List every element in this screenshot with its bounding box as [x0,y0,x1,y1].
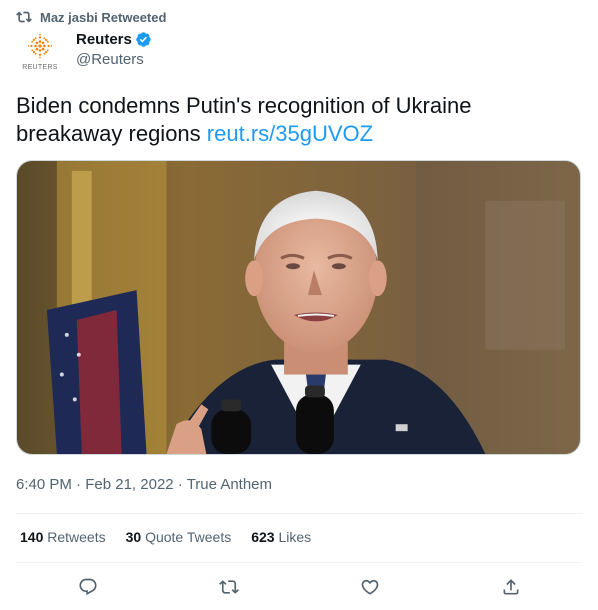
retweets-stat[interactable]: 140 Retweets [20,529,106,545]
quote-tweets-count: 30 [125,529,142,545]
heart-icon [361,579,379,595]
divider [16,562,582,563]
retweet-icon [219,580,239,594]
tweet-link[interactable]: reut.rs/35gUVOZ [207,121,373,146]
likes-label: Likes [278,529,312,545]
tweet-source[interactable]: True Anthem [187,476,272,493]
photo-illustration [17,161,580,454]
retweet-button[interactable] [218,576,240,598]
reuters-logo-icon [27,33,53,59]
tweet-stats: 140 Retweets 30 Quote Tweets 623 Likes [20,529,331,545]
tweet-text: Biden condemns Putin's recognition of Uk… [16,92,582,148]
social-context[interactable]: Maz jasbi Retweeted [16,8,166,26]
likes-count: 623 [251,529,275,545]
avatar-wordmark: REUTERS [22,64,58,71]
reply-icon [79,578,97,596]
quote-tweets-label: Quote Tweets [145,529,232,545]
meta-separator: · [177,476,183,493]
tweet-actions [0,572,598,600]
share-icon [503,579,519,595]
tweet-author[interactable]: REUTERS Reuters @Reuters [16,30,152,78]
retweets-count: 140 [20,529,44,545]
divider [16,513,582,514]
tweet-time[interactable]: 6:40 PM [16,476,72,493]
tweet-date[interactable]: Feb 21, 2022 [85,476,173,493]
tweet-meta: 6:40 PM · Feb 21, 2022 · True Anthem [16,476,272,493]
share-button[interactable] [500,576,522,598]
quote-tweets-stat[interactable]: 30 Quote Tweets [126,529,232,545]
author-handle[interactable]: @Reuters [76,51,152,68]
verified-badge-icon [136,32,151,47]
meta-separator: · [76,476,82,493]
author-display-name[interactable]: Reuters [76,31,132,48]
retweets-label: Retweets [47,529,106,545]
reply-button[interactable] [77,576,99,598]
retweet-icon [16,11,32,23]
retweeted-by-text: Maz jasbi Retweeted [40,9,167,25]
tweet-photo[interactable] [16,160,581,455]
avatar[interactable]: REUTERS [16,30,64,78]
likes-stat[interactable]: 623 Likes [251,529,311,545]
like-button[interactable] [359,576,381,598]
